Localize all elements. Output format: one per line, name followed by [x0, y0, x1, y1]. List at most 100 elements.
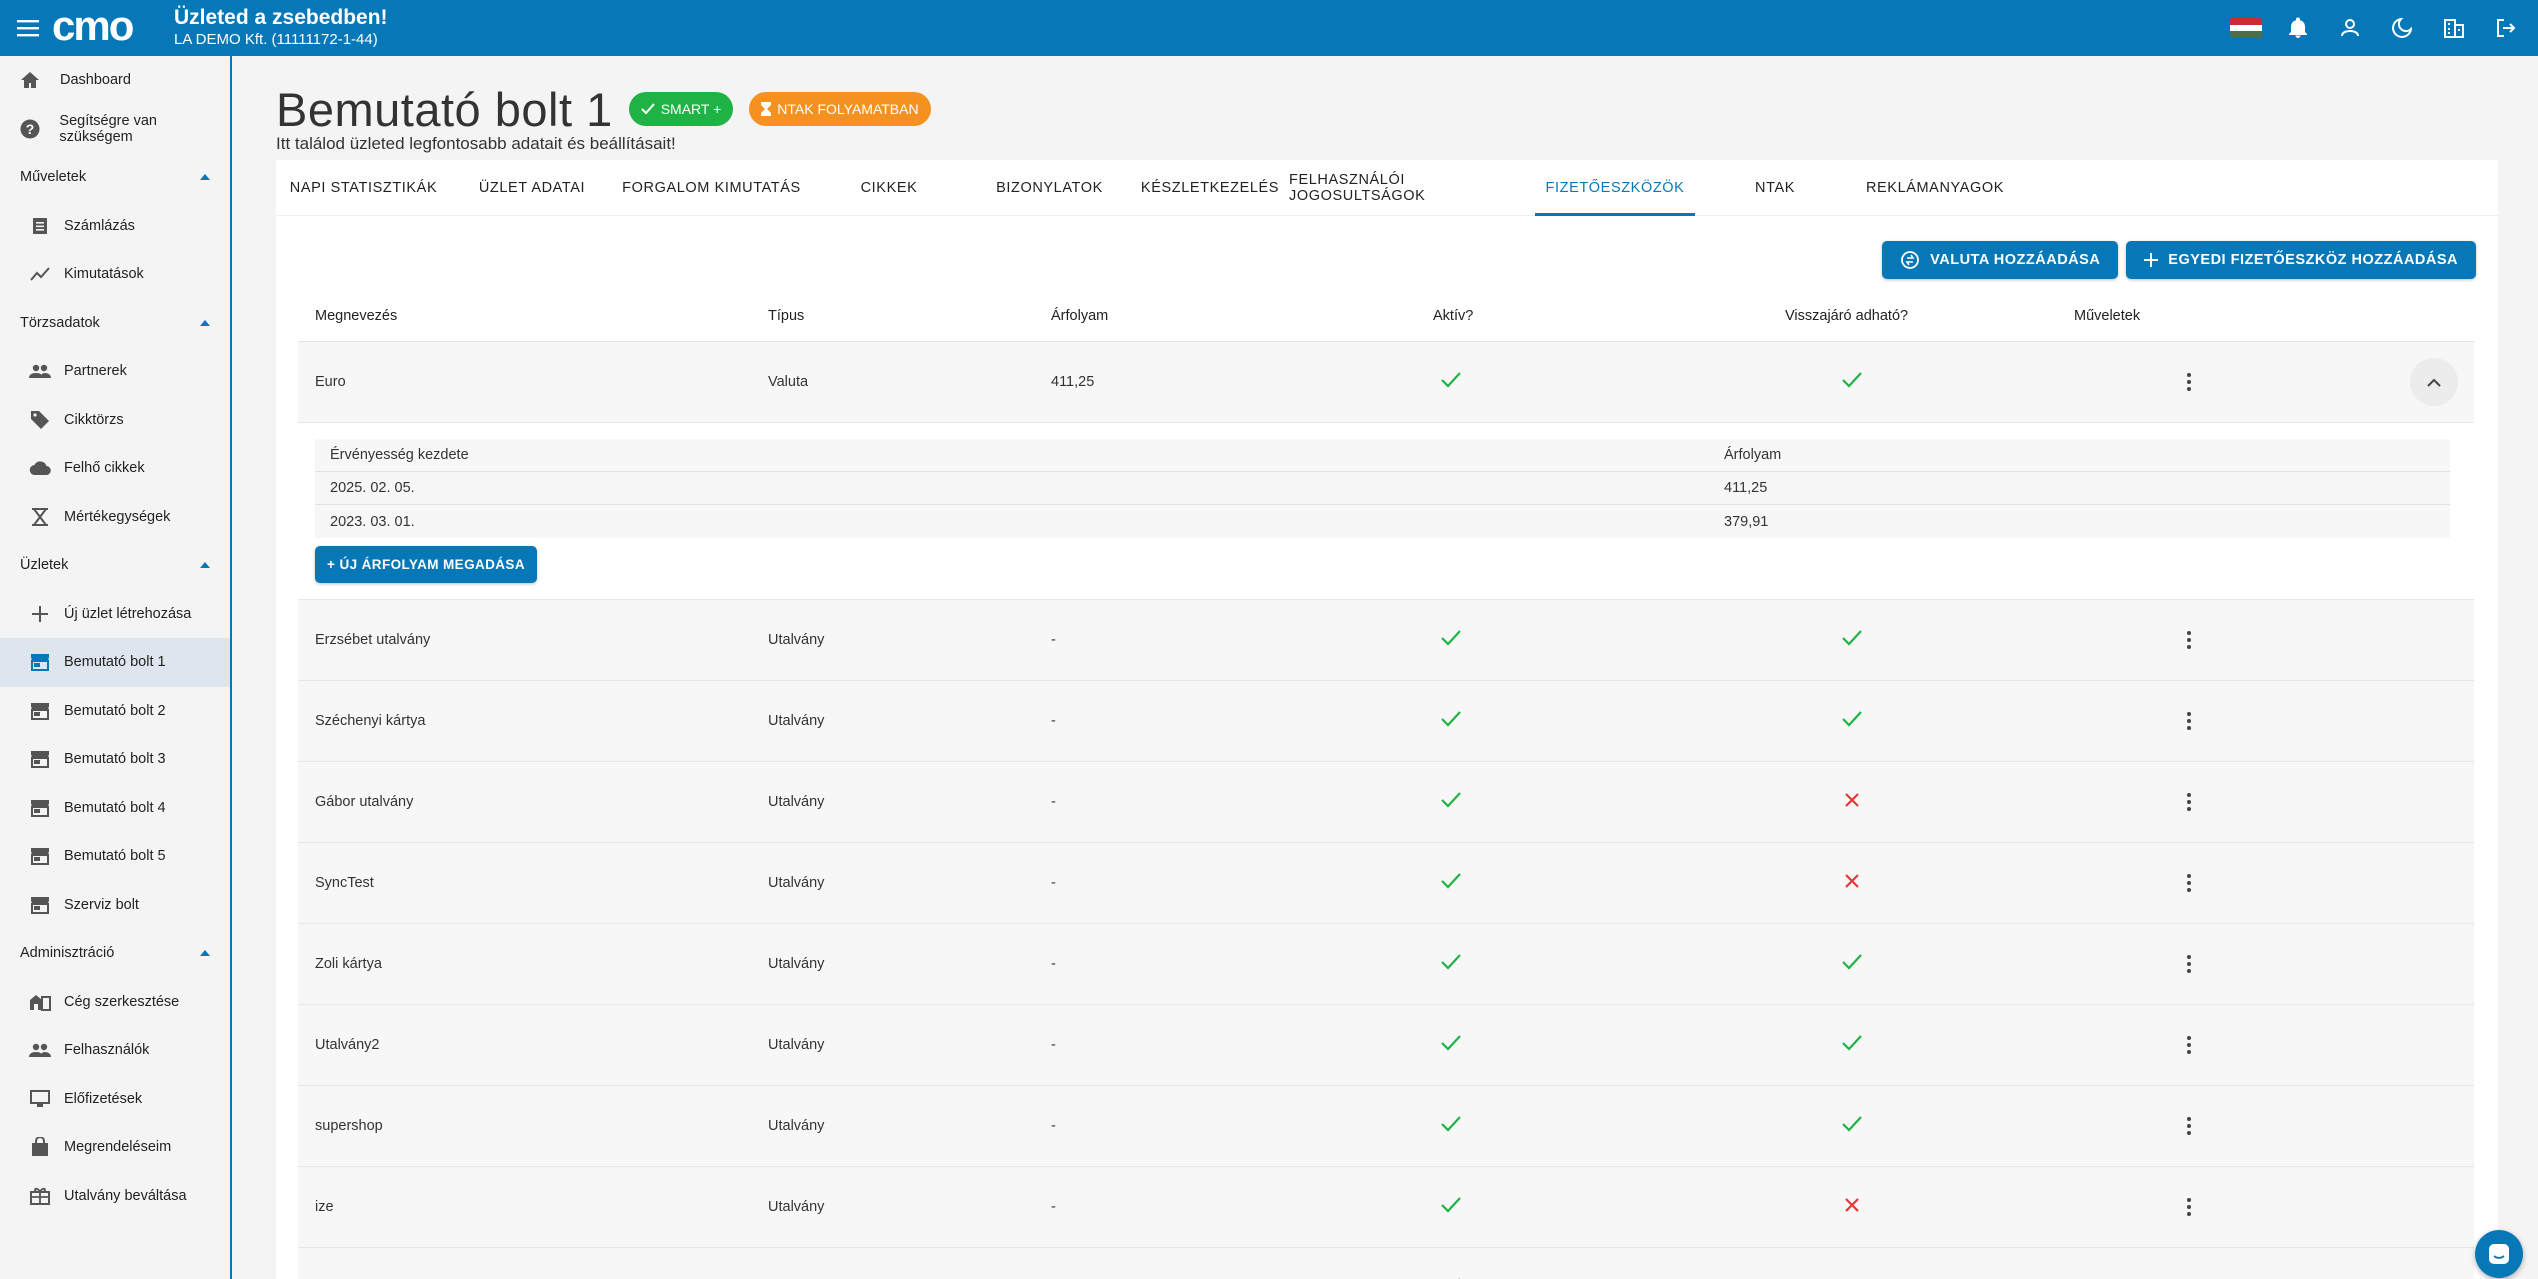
new-rate-button[interactable]: + ÚJ ÁRFOLYAM MEGADÁSA: [315, 546, 537, 583]
sidebar-item-bemutato-bolt-1[interactable]: Bemutató bolt 1: [0, 638, 230, 687]
more-vert-icon[interactable]: [2174, 1192, 2204, 1222]
tab-napi-statisztikak[interactable]: NAPI STATISZTIKÁK: [276, 160, 451, 215]
sidebar-item-bemutato-bolt-4[interactable]: Bemutató bolt 4: [0, 784, 230, 833]
sidebar-item-bemutato-bolt-3[interactable]: Bemutató bolt 3: [0, 735, 230, 784]
check-icon: [1441, 372, 1461, 392]
company-name: LA DEMO Kft. (11111172-1-44): [174, 31, 378, 48]
check-icon: [641, 103, 655, 115]
sidebar-item-partnerek[interactable]: Partnerek: [0, 347, 230, 396]
section-title: Törzsadatok: [20, 314, 100, 331]
more-vert-icon[interactable]: [2174, 367, 2204, 397]
add-currency-button[interactable]: VALUTA HOZZÁADÁSA: [1882, 241, 2119, 279]
sidebar-item-label: Számlázás: [64, 217, 135, 234]
table-row[interactable]: supershop Utalvány -: [298, 1086, 2474, 1167]
caret-up-icon: [200, 950, 210, 957]
table-row[interactable]: SyncTest Utalvány -: [298, 843, 2474, 924]
sidebar-item-cikktorzs[interactable]: Cikktörzs: [0, 396, 230, 445]
sidebar-item-kimutatasok[interactable]: Kimutatások: [0, 250, 230, 299]
store-icon: [28, 796, 52, 820]
sidebar-item-szamlazas[interactable]: Számlázás: [0, 202, 230, 251]
tab-uzlet-adatai[interactable]: ÜZLET ADATAI: [451, 160, 613, 215]
cell-type: Utalvány: [768, 794, 825, 810]
add-custom-label: EGYEDI FIZETŐESZKÖZ HOZZÁADÁSA: [2168, 252, 2458, 268]
cmo-logo[interactable]: cmo: [52, 8, 164, 48]
history-rate: 411,25: [1724, 480, 1768, 496]
sidebar-item-bemutato-bolt-2[interactable]: Bemutató bolt 2: [0, 687, 230, 736]
sidebar-item-help[interactable]: ? Segítségre van szükségem: [0, 105, 230, 154]
more-vert-icon[interactable]: [2174, 706, 2204, 736]
history-header-date: Érvényesség kezdete: [330, 447, 469, 463]
header-megnevezes[interactable]: Megnevezés: [298, 308, 768, 324]
tab-fizetoeszkozok[interactable]: FIZETŐESZKÖZÖK: [1535, 160, 1695, 216]
sidebar-item-label: Partnerek: [64, 363, 127, 380]
section-uzletek[interactable]: Üzletek: [0, 541, 230, 590]
section-muveletek[interactable]: Műveletek: [0, 153, 230, 202]
table-row[interactable]: Gábor utalvány Utalvány -: [298, 762, 2474, 843]
sidebar-item-felho-cikkek[interactable]: Felhő cikkek: [0, 444, 230, 493]
add-custom-payment-button[interactable]: EGYEDI FIZETŐESZKÖZ HOZZÁADÁSA: [2126, 241, 2476, 279]
sidebar: Dashboard ? Segítségre van szükségem Műv…: [0, 56, 232, 1279]
table-row[interactable]: [298, 1248, 2474, 1279]
tab-bizonylatok[interactable]: BIZONYLATOK: [968, 160, 1131, 215]
cloud-icon: [28, 456, 52, 480]
header-muveletek: Műveletek: [2074, 307, 2141, 324]
more-vert-icon[interactable]: [2174, 868, 2204, 898]
tab-felhasznaloi-jogosultsagok[interactable]: FELHASZNÁLÓI JOGOSULTSÁGOK: [1289, 160, 1535, 215]
top-app-bar: cmo Üzleted a zsebedben! LA DEMO Kft. (1…: [0, 0, 2538, 56]
hourglass-icon: [761, 102, 772, 116]
rate-history-table: Érvényesség kezdete Árfolyam 2025. 02. 0…: [315, 439, 2450, 538]
table-row[interactable]: Euro Valuta 411,25: [298, 342, 2474, 423]
payment-methods-table: Megnevezés Típus Árfolyam Aktív? Visszaj…: [298, 290, 2474, 1279]
table-row[interactable]: Széchenyi kártya Utalvány -: [298, 681, 2474, 762]
cell-rate: -: [1051, 1037, 1056, 1053]
more-vert-icon[interactable]: [2174, 787, 2204, 817]
menu-icon[interactable]: [0, 0, 56, 56]
chat-icon[interactable]: [2475, 1230, 2523, 1278]
header-arfolyam[interactable]: Árfolyam: [1051, 308, 1349, 324]
table-row[interactable]: Utalvány2 Utalvány -: [298, 1005, 2474, 1086]
section-adminisztracio[interactable]: Adminisztráció: [0, 929, 230, 978]
more-vert-icon[interactable]: [2174, 1030, 2204, 1060]
sidebar-item-elofizetesek[interactable]: Előfizetések: [0, 1075, 230, 1124]
check-icon: [1441, 711, 1461, 731]
sidebar-item-utalvany-bevaltasa[interactable]: Utalvány beváltása: [0, 1172, 230, 1221]
collapse-row-button[interactable]: [2410, 358, 2458, 406]
cell-type: Utalvány: [768, 1118, 825, 1134]
cell-rate: -: [1051, 1199, 1056, 1215]
bell-icon[interactable]: [2272, 0, 2324, 56]
more-vert-icon[interactable]: [2174, 1273, 2204, 1279]
logout-icon[interactable]: [2480, 0, 2532, 56]
tab-cikkek[interactable]: CIKKEK: [810, 160, 968, 215]
header-tipus[interactable]: Típus: [768, 308, 1051, 324]
more-vert-icon[interactable]: [2174, 1111, 2204, 1141]
tab-ntak[interactable]: NTAK: [1695, 160, 1855, 215]
tab-forgalom-kimutatas[interactable]: FORGALOM KIMUTATÁS: [613, 160, 810, 215]
sidebar-item-felhasznalok[interactable]: Felhasználók: [0, 1026, 230, 1075]
tab-keszletkezeles[interactable]: KÉSZLETKEZELÉS: [1131, 160, 1289, 215]
sidebar-item-megrendeleseim[interactable]: Megrendeléseim: [0, 1123, 230, 1172]
sidebar-item-bemutato-bolt-5[interactable]: Bemutató bolt 5: [0, 832, 230, 881]
sidebar-item-dashboard[interactable]: Dashboard: [0, 56, 230, 105]
cell-name: supershop: [315, 1118, 383, 1134]
sidebar-item-mertekegysegek[interactable]: Mértékegységek: [0, 493, 230, 542]
sidebar-item-ceg-szerkesztese[interactable]: Cég szerkesztése: [0, 978, 230, 1027]
section-torzsadatok[interactable]: Törzsadatok: [0, 299, 230, 348]
building-icon[interactable]: [2428, 0, 2480, 56]
sidebar-item-szerviz-bolt[interactable]: Szerviz bolt: [0, 881, 230, 930]
moon-icon[interactable]: [2376, 0, 2428, 56]
more-vert-icon[interactable]: [2174, 625, 2204, 655]
header-visszajaro[interactable]: Visszajáró adható?: [1785, 308, 1908, 324]
check-icon: [1441, 1035, 1461, 1055]
close-icon: [1844, 792, 1860, 812]
cell-type: Valuta: [768, 374, 809, 390]
logo-text: cmo: [52, 8, 134, 48]
person-icon[interactable]: [2324, 0, 2376, 56]
sidebar-item-uj-uzlet[interactable]: Új üzlet létrehozása: [0, 590, 230, 639]
table-row[interactable]: Erzsébet utalvány Utalvány -: [298, 600, 2474, 681]
tab-reklamanyagok[interactable]: REKLÁMANYAGOK: [1855, 160, 2015, 215]
more-vert-icon[interactable]: [2174, 949, 2204, 979]
header-aktiv[interactable]: Aktív?: [1433, 308, 1473, 324]
table-row[interactable]: Zoli kártya Utalvány -: [298, 924, 2474, 1005]
table-row[interactable]: ize Utalvány -: [298, 1167, 2474, 1248]
flag-icon[interactable]: [2220, 0, 2272, 56]
